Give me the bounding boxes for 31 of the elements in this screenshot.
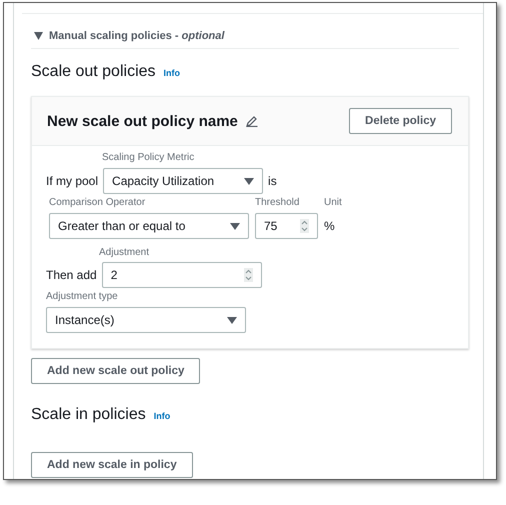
- adjustment-field[interactable]: 2: [102, 262, 262, 288]
- section-heading: Scale out policies: [31, 63, 156, 81]
- metric-select[interactable]: Capacity Utilization: [103, 168, 264, 194]
- pencil-icon[interactable]: [246, 115, 258, 127]
- section-heading: Scale in policies: [31, 406, 146, 424]
- delete-button[interactable]: Delete policy: [349, 108, 452, 134]
- spinner-icon: [300, 219, 309, 233]
- field-label: Threshold: [255, 197, 300, 210]
- field-label: Comparison Operator: [49, 197, 146, 210]
- section-toggle[interactable]: Manual scaling policies - optional: [31, 26, 459, 49]
- type-select[interactable]: Instance(s): [46, 307, 246, 333]
- caret-icon: [227, 316, 237, 324]
- field-label: Adjustment type: [46, 291, 119, 304]
- caret-icon: [244, 178, 254, 184]
- threshold-field[interactable]: 75: [255, 213, 318, 239]
- add-policy-button[interactable]: Add new scale out policy: [31, 358, 200, 384]
- field-label: If my pool: [46, 174, 98, 188]
- operator-select[interactable]: Greater than or equal to: [49, 213, 249, 239]
- info-link[interactable]: Info: [164, 68, 180, 78]
- field-label: is: [268, 174, 277, 188]
- expand-icon: [34, 32, 43, 40]
- spinner-icon: [244, 268, 253, 282]
- unit-text: %: [324, 219, 335, 233]
- caret-icon: [230, 222, 240, 230]
- field-label: Unit: [324, 197, 342, 210]
- policy-name: New scale out policy name: [47, 112, 238, 130]
- add-policy-button[interactable]: Add new scale in policy: [31, 452, 193, 478]
- field-label: Adjustment: [99, 247, 150, 260]
- info-link[interactable]: Info: [154, 411, 170, 421]
- field-label: Then add: [46, 268, 97, 282]
- field-label: Scaling Policy Metric: [102, 152, 194, 165]
